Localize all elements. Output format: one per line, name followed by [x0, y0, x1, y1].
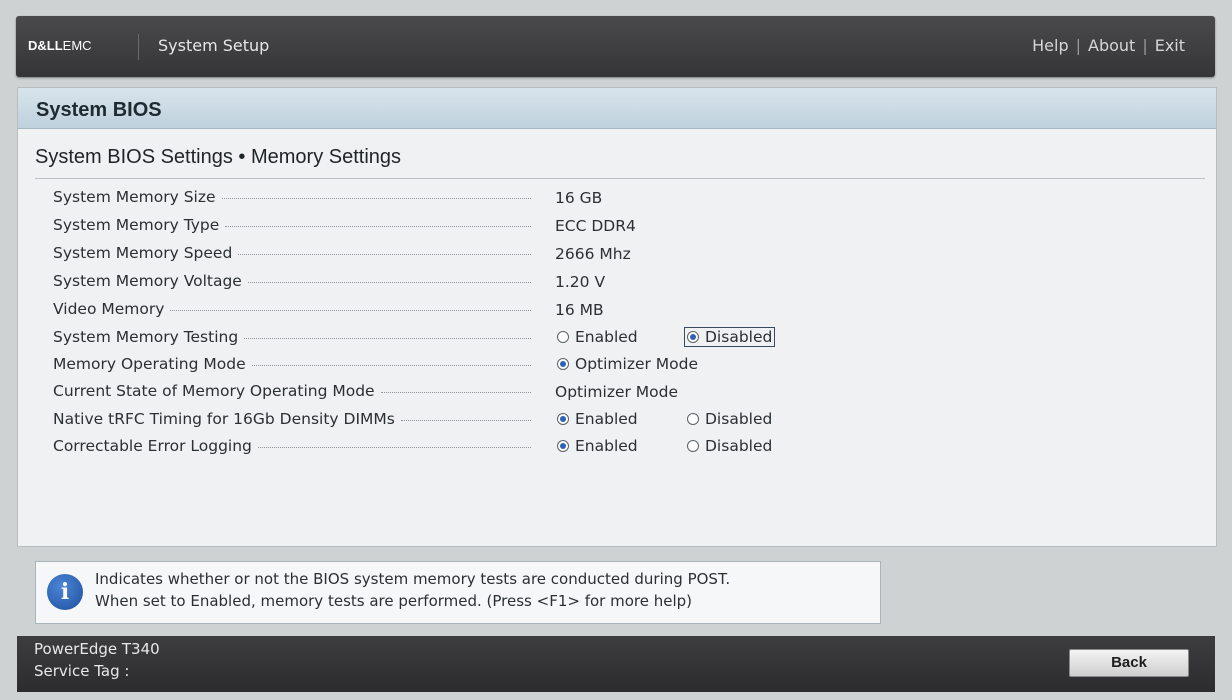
option-label: Disabled — [705, 437, 773, 455]
option-label: Enabled — [575, 328, 638, 346]
setting-value: 16 GB — [555, 189, 603, 207]
option-label: Enabled — [575, 410, 638, 428]
radio-unselected-icon — [557, 330, 569, 343]
setting-row-native-trfc: Native tRFC Timing for 16Gb Density DIMM… — [53, 408, 1193, 434]
setting-row-memory-speed: System Memory Speed 2666 Mhz — [53, 242, 1193, 268]
top-bar: D&LLEMC System Setup Help | About | Exit — [16, 16, 1215, 77]
dot-leader — [225, 226, 531, 227]
top-nav: Help | About | Exit — [1032, 36, 1185, 55]
help-line-1: Indicates whether or not the BIOS system… — [95, 570, 731, 588]
dot-leader — [252, 365, 531, 366]
logo-emc-text: EMC — [62, 38, 92, 53]
setting-label: Memory Operating Mode — [53, 355, 246, 373]
radio-selected-icon — [557, 357, 569, 370]
setting-label: System Memory Type — [53, 216, 220, 234]
section-divider — [35, 178, 1205, 179]
setting-row-memory-voltage: System Memory Voltage 1.20 V — [53, 270, 1193, 296]
dot-leader — [170, 310, 531, 311]
panel-title: System BIOS — [36, 99, 162, 121]
setting-row-memory-testing: System Memory Testing Enabled Disabled — [53, 326, 1193, 352]
option-label: Optimizer Mode — [575, 355, 699, 373]
setting-row-video-memory: Video Memory 16 MB — [53, 298, 1193, 324]
setting-label: System Memory Size — [53, 188, 216, 206]
help-line-2: When set to Enabled, memory tests are pe… — [95, 592, 693, 610]
service-tag: Service Tag : — [34, 662, 130, 680]
exit-link[interactable]: Exit — [1155, 36, 1185, 55]
footer-bar: PowerEdge T340 Service Tag : Back — [17, 636, 1215, 692]
setting-value: Optimizer Mode — [555, 383, 679, 401]
main-panel: System BIOS System BIOS Settings • Memor… — [17, 87, 1217, 547]
radio-selected-icon — [557, 439, 569, 452]
logo-dell-text: D&LL — [28, 38, 63, 53]
setting-row-operating-mode: Memory Operating Mode Optimizer Mode — [53, 353, 1193, 379]
setting-label: System Memory Voltage — [53, 272, 242, 290]
setting-row-memory-type: System Memory Type ECC DDR4 — [53, 214, 1193, 240]
panel-header: System BIOS — [18, 88, 1216, 129]
setting-row-error-logging: Correctable Error Logging Enabled Disabl… — [53, 435, 1193, 461]
native-trfc-enabled-radio[interactable]: Enabled — [555, 410, 640, 428]
section-title: System BIOS Settings • Memory Settings — [35, 146, 402, 168]
setting-label: Video Memory — [53, 300, 165, 318]
setting-value: 2666 Mhz — [555, 245, 631, 263]
setting-label: System Memory Speed — [53, 244, 233, 262]
dot-leader — [222, 198, 531, 199]
setting-value: 1.20 V — [555, 273, 606, 291]
setting-value: 16 MB — [555, 301, 604, 319]
help-box: i Indicates whether or not the BIOS syst… — [35, 561, 881, 624]
native-trfc-disabled-radio[interactable]: Disabled — [685, 410, 774, 428]
dot-leader — [381, 392, 531, 393]
header-divider — [138, 34, 139, 60]
option-label: Disabled — [705, 328, 773, 346]
radio-selected-icon — [557, 412, 569, 425]
radio-selected-icon — [687, 330, 699, 343]
setting-label: Native tRFC Timing for 16Gb Density DIMM… — [53, 410, 395, 428]
option-label: Disabled — [705, 410, 773, 428]
setting-label: System Memory Testing — [53, 328, 239, 346]
dot-leader — [258, 447, 531, 448]
back-button[interactable]: Back — [1069, 649, 1189, 677]
dell-emc-logo: D&LLEMC — [28, 38, 92, 53]
help-text: Indicates whether or not the BIOS system… — [95, 568, 730, 612]
radio-unselected-icon — [687, 439, 699, 452]
help-link[interactable]: Help — [1032, 36, 1068, 55]
radio-unselected-icon — [687, 412, 699, 425]
setting-label: Current State of Memory Operating Mode — [53, 382, 375, 400]
dot-leader — [401, 420, 531, 421]
operating-mode-optimizer-radio[interactable]: Optimizer Mode — [555, 355, 700, 373]
error-logging-enabled-radio[interactable]: Enabled — [555, 437, 640, 455]
memory-testing-disabled-radio[interactable]: Disabled — [683, 327, 776, 347]
app-title: System Setup — [158, 36, 270, 55]
dot-leader — [248, 282, 531, 283]
error-logging-disabled-radio[interactable]: Disabled — [685, 437, 774, 455]
dot-leader — [244, 338, 531, 339]
system-model: PowerEdge T340 — [34, 640, 160, 658]
setting-label: Correctable Error Logging — [53, 437, 252, 455]
nav-separator: | — [1142, 36, 1148, 55]
memory-testing-enabled-radio[interactable]: Enabled — [555, 328, 640, 346]
setting-row-current-operating-mode: Current State of Memory Operating Mode O… — [53, 380, 1193, 406]
nav-separator: | — [1075, 36, 1081, 55]
setting-row-memory-size: System Memory Size 16 GB — [53, 186, 1193, 212]
option-label: Enabled — [575, 437, 638, 455]
about-link[interactable]: About — [1088, 36, 1135, 55]
dot-leader — [238, 254, 531, 255]
info-icon: i — [47, 574, 83, 610]
setting-value: ECC DDR4 — [555, 217, 636, 235]
